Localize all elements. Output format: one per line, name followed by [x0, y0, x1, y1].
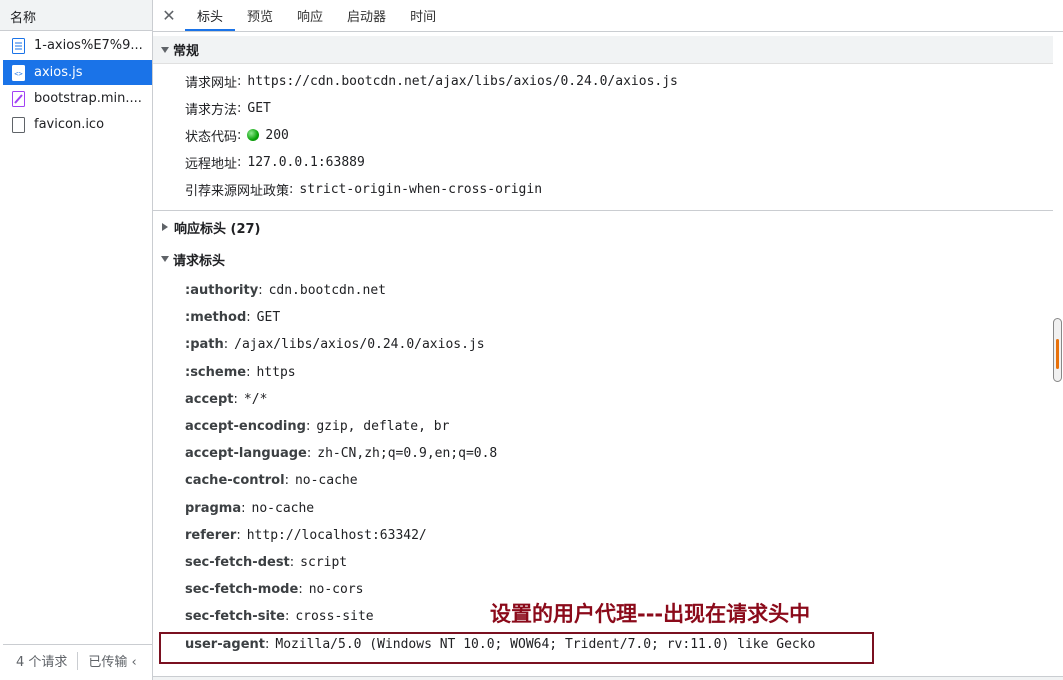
annotation-highlight-box: [159, 632, 874, 664]
details-tab-bar: ✕ 标头 预览 响应 启动器 时间: [153, 0, 1063, 32]
header-key: referer: [185, 527, 237, 543]
request-header-row: referer: http://localhost:63342/: [185, 527, 427, 543]
close-icon[interactable]: ✕: [153, 0, 185, 31]
tab-timing[interactable]: 时间: [398, 0, 448, 31]
header-key: 请求网址: [185, 75, 238, 91]
request-count: 4 个请求: [16, 655, 68, 670]
general-section-header[interactable]: 常规: [153, 36, 1053, 64]
header-value[interactable]: http://localhost:63342/: [247, 528, 427, 543]
vertical-scrollbar[interactable]: [1053, 318, 1062, 382]
header-key: cache-control: [185, 472, 285, 488]
request-row-favicon[interactable]: favicon.ico: [3, 112, 152, 137]
header-value[interactable]: zh-CN,zh;q=0.9,en;q=0.8: [317, 446, 497, 461]
response-headers-section-header[interactable]: 响应标头 (27): [153, 211, 1053, 243]
request-header-row: :authority: cdn.bootcdn.net: [185, 282, 386, 298]
request-header-row: sec-fetch-mode: no-cors: [185, 581, 364, 597]
header-key: 状态代码: [185, 129, 238, 145]
headers-content: 常规 请求网址: https://cdn.bootcdn.net/ajax/li…: [153, 32, 1053, 678]
request-header-row: sec-fetch-site: cross-site: [185, 608, 374, 624]
bottom-edge: [153, 676, 1063, 680]
request-name: axios.js: [34, 65, 83, 80]
request-header-row: :method: GET: [185, 309, 281, 325]
script-icon: <>: [12, 64, 25, 81]
request-details-pane: ✕ 标头 预览 响应 启动器 时间 常规 请求网址: https://cdn.b…: [153, 0, 1063, 680]
request-header-row: accept-language: zh-CN,zh;q=0.9,en;q=0.8: [185, 445, 498, 461]
request-name: favicon.ico: [34, 117, 105, 132]
name-column-header[interactable]: 名称: [0, 0, 152, 31]
header-key: accept: [185, 391, 234, 407]
tab-initiator[interactable]: 启动器: [335, 0, 398, 31]
request-header-row: :scheme: https: [185, 364, 296, 380]
document-icon: [12, 37, 25, 54]
header-value[interactable]: */*: [244, 392, 267, 407]
header-key: pragma: [185, 500, 242, 516]
request-header-row: accept: */*: [185, 391, 268, 407]
collapse-triangle-icon: [162, 223, 168, 231]
request-row-bootstrap[interactable]: bootstrap.min....: [3, 86, 152, 111]
request-list-pane: 名称 1-axios%E7%9... <> axios.js bootstrap…: [0, 0, 153, 680]
header-key: :authority: [185, 282, 259, 298]
request-name: 1-axios%E7%9...: [34, 38, 143, 53]
header-value[interactable]: cross-site: [295, 609, 373, 624]
general-row-request-url: 请求网址: https://cdn.bootcdn.net/ajax/libs/…: [185, 73, 678, 91]
general-row-referrer-policy: 引荐来源网址政策: strict-origin-when-cross-origi…: [185, 181, 543, 199]
header-value[interactable]: cdn.bootcdn.net: [269, 283, 386, 298]
general-row-status-code: 状态代码: 200: [185, 127, 289, 145]
header-key: sec-fetch-site: [185, 608, 285, 624]
tab-response[interactable]: 响应: [285, 0, 335, 31]
section-title: 请求标头: [173, 253, 226, 269]
tab-preview[interactable]: 预览: [235, 0, 285, 31]
header-value[interactable]: GET: [257, 310, 280, 325]
stylesheet-icon: [12, 90, 25, 107]
header-key: sec-fetch-mode: [185, 581, 299, 597]
header-value[interactable]: https://cdn.bootcdn.net/ajax/libs/axios/…: [247, 74, 677, 89]
expand-triangle-icon: [161, 256, 169, 262]
annotation-label: 设置的用户代理---出现在请求头中: [490, 602, 811, 626]
header-key: sec-fetch-dest: [185, 554, 290, 570]
scrollbar-thumb[interactable]: [1056, 339, 1059, 369]
header-value[interactable]: no-cors: [309, 582, 364, 597]
header-value[interactable]: 127.0.0.1:63889: [247, 155, 364, 170]
blank-file-icon: [12, 116, 25, 133]
request-header-row: cache-control: no-cache: [185, 472, 358, 488]
expand-triangle-icon: [161, 46, 169, 53]
request-row-axios-js[interactable]: <> axios.js: [3, 60, 152, 85]
request-header-row: :path:/ajax/libs/axios/0.24.0/axios.js: [185, 336, 485, 352]
header-value[interactable]: strict-origin-when-cross-origin: [299, 182, 542, 197]
header-key: accept-language: [185, 445, 307, 461]
header-key: :path: [185, 336, 224, 352]
header-key: 引荐来源网址政策: [185, 183, 290, 199]
header-key: :scheme: [185, 364, 247, 380]
header-value[interactable]: script: [300, 555, 347, 570]
general-row-remote-address: 远程地址: 127.0.0.1:63889: [185, 154, 365, 172]
header-value[interactable]: 200: [265, 128, 288, 143]
header-value[interactable]: /ajax/libs/axios/0.24.0/axios.js: [234, 337, 484, 352]
header-key: accept-encoding: [185, 418, 306, 434]
status-ok-icon: [247, 129, 260, 141]
svg-text:<>: <>: [14, 70, 22, 78]
section-title: 响应标头 (27): [174, 221, 261, 237]
request-row-document[interactable]: 1-axios%E7%9...: [3, 33, 152, 58]
request-header-row: pragma: no-cache: [185, 500, 315, 516]
request-name: bootstrap.min....: [34, 91, 142, 106]
tab-headers[interactable]: 标头: [185, 0, 236, 31]
transferred-size: 已传输 ‹: [88, 655, 137, 670]
status-bar: 4 个请求 已传输 ‹: [3, 644, 152, 676]
request-header-row: accept-encoding: gzip, deflate, br: [185, 418, 450, 434]
request-header-row: sec-fetch-dest: script: [185, 554, 348, 570]
header-value[interactable]: GET: [247, 101, 270, 116]
header-value[interactable]: https: [256, 365, 295, 380]
request-headers-section-header[interactable]: 请求标头: [153, 243, 1053, 275]
divider: [77, 651, 79, 670]
header-key: :method: [185, 309, 247, 325]
header-key: 远程地址: [185, 156, 238, 172]
general-row-request-method: 请求方法: GET: [185, 100, 271, 118]
header-value[interactable]: no-cache: [295, 473, 358, 488]
header-value[interactable]: no-cache: [252, 501, 315, 516]
header-key: 请求方法: [185, 102, 238, 118]
header-value[interactable]: gzip, deflate, br: [316, 419, 449, 434]
section-title: 常规: [173, 44, 200, 59]
